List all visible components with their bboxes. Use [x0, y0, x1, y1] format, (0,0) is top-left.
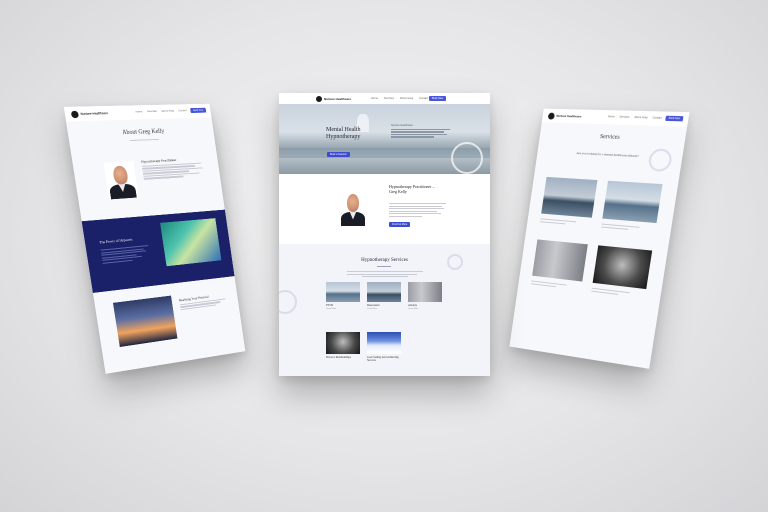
- nav-link-contact[interactable]: Contact: [652, 116, 662, 119]
- decorative-circle: [647, 148, 674, 173]
- book-now-button[interactable]: Book Now: [190, 107, 207, 113]
- hero-book-button[interactable]: Book a Session: [327, 152, 350, 158]
- service-card-goal-title[interactable]: Goal Setting And Achieving Success: [367, 356, 407, 363]
- service-photo-portrait[interactable]: [592, 245, 653, 290]
- band-heading: The Power of Hypnosis: [99, 237, 133, 245]
- greg-kelly-photo: [103, 161, 139, 200]
- navbar: Nurture Healthcare Home Services About G…: [541, 108, 690, 127]
- hero-title: Mental Health Hypnotherapy: [326, 127, 361, 140]
- services-intro: Are you looking for a mental health prac…: [576, 151, 640, 159]
- service-card-anxiety-title[interactable]: Anxiety: [408, 304, 417, 307]
- divider: [377, 266, 391, 267]
- nav-link-home[interactable]: Home: [135, 110, 142, 113]
- hero-blurb: Nurture Healthcare: [391, 124, 413, 127]
- service-card-divorce-image[interactable]: [326, 332, 360, 354]
- logo-icon[interactable]: [70, 110, 80, 119]
- page-title: Services: [599, 134, 621, 141]
- decorative-circle: [279, 290, 297, 314]
- service-card-ptsd-image[interactable]: [326, 282, 360, 302]
- service-card-depression-link[interactable]: Learn More: [367, 308, 377, 310]
- bio-section: Hypnotherapy Practitioner – Greg Kelly F…: [279, 174, 490, 244]
- sunset-photo: [112, 295, 178, 348]
- about-page-mockup: Nurture Healthcare Home Services About G…: [63, 103, 246, 374]
- nav-link-home[interactable]: Home: [371, 97, 378, 100]
- bio-title: Hypnotherapy Practitioner – Greg Kelly: [389, 184, 435, 194]
- nav-link-services[interactable]: Services: [147, 110, 157, 113]
- service-card-goal-image[interactable]: [367, 332, 401, 354]
- service-photo-door[interactable]: [532, 239, 588, 282]
- service-card-anxiety-image[interactable]: [408, 282, 442, 302]
- navbar: Nurture Healthcare Home Services About G…: [63, 103, 212, 122]
- book-now-button[interactable]: Book Now: [429, 96, 446, 101]
- nav-link-services[interactable]: Services: [384, 97, 394, 100]
- logo-icon[interactable]: [547, 112, 556, 120]
- navy-band: The Power of Hypnosis: [81, 209, 235, 293]
- brand-name[interactable]: Nurture Healthcare: [80, 111, 108, 116]
- nav-link-contact[interactable]: Contact: [178, 109, 187, 112]
- services-page-mockup: Nurture Healthcare Home Services About G…: [509, 108, 690, 369]
- logo-icon[interactable]: [316, 95, 322, 102]
- service-card-depression-image[interactable]: [367, 282, 401, 302]
- navbar: Nurture Healthcare Home Services About G…: [279, 93, 490, 104]
- find-out-more-button[interactable]: Find Out More: [389, 222, 411, 228]
- nav-link-about[interactable]: About Greg: [634, 116, 648, 119]
- beach-photo: [160, 218, 222, 267]
- nav-link-contact[interactable]: Contact: [419, 97, 428, 100]
- greg-kelly-photo: [339, 190, 367, 226]
- nav-link-about[interactable]: About Greg: [161, 109, 174, 112]
- services-title: Hypnotherapy Services: [361, 258, 408, 263]
- divider: [130, 138, 160, 142]
- services-section: Hypnotherapy Services PTSD Learn More De…: [279, 244, 490, 376]
- brand-name[interactable]: Nurture Healthcare: [324, 97, 351, 101]
- page-title: About Greg Kelly: [121, 128, 165, 137]
- nav-link-home[interactable]: Home: [608, 115, 615, 118]
- service-card-divorce-title[interactable]: Divorce Relationships: [326, 356, 351, 359]
- hero-image: Mental Health Hypnotherapy Book a Sessio…: [279, 104, 490, 174]
- service-photo-harbour[interactable]: [602, 180, 663, 224]
- service-photo-sea[interactable]: [541, 176, 598, 218]
- brand-name[interactable]: Nurture Healthcare: [556, 114, 582, 119]
- decorative-circle: [451, 142, 483, 174]
- service-card-ptsd-title[interactable]: PTSD: [326, 304, 333, 307]
- home-page-mockup: Nurture Healthcare Home Services About G…: [279, 93, 490, 376]
- service-card-anxiety-link[interactable]: Learn More: [408, 308, 418, 310]
- nav-link-services[interactable]: Services: [619, 116, 629, 119]
- nav-link-about[interactable]: About Greg: [400, 97, 413, 100]
- book-now-button[interactable]: Book Now: [665, 115, 684, 122]
- service-card-ptsd-link[interactable]: Learn More: [326, 308, 336, 310]
- service-card-depression-title[interactable]: Depression: [367, 304, 380, 307]
